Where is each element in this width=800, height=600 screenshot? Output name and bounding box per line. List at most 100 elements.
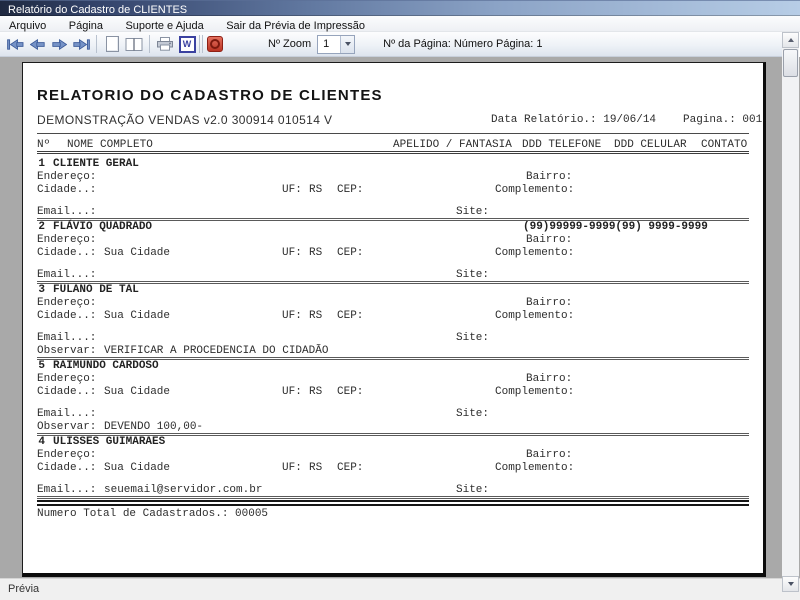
- vertical-scrollbar[interactable]: [782, 32, 799, 592]
- report-total: Numero Total de Cadastrados.: 00005: [37, 509, 268, 520]
- record-name: CLIENTE GERAL: [53, 159, 139, 170]
- record-observar: DEVENDO 100,00-: [104, 422, 203, 433]
- record-name: ULISSES GUIMARAES: [53, 437, 165, 448]
- zoom-dropdown[interactable]: 1: [317, 35, 355, 54]
- record-number: 3: [31, 285, 45, 296]
- column-header-celular: DDD CELULAR: [614, 140, 687, 151]
- record-cidade: Sua Cidade: [104, 311, 170, 322]
- record-name: FULANO DE TAL: [53, 285, 139, 296]
- column-header-contato: CONTATO: [701, 140, 747, 151]
- page-number-label: Nº da Página: Número Página: 1: [383, 38, 542, 50]
- separator-line: [37, 281, 749, 284]
- print-button[interactable]: [155, 34, 175, 54]
- previous-page-icon: [30, 39, 45, 50]
- field-label-endereco: Endereço:: [37, 235, 96, 246]
- record-email: seuemail@servidor.com.br: [104, 485, 262, 496]
- field-label-uf: UF:: [282, 463, 302, 474]
- field-label-bairro: Bairro:: [526, 450, 572, 461]
- report-page-number: Pagina.: 001: [683, 115, 762, 126]
- field-label-bairro: Bairro:: [526, 235, 572, 246]
- field-label-endereco: Endereço:: [37, 172, 96, 183]
- record-uf: RS: [309, 185, 322, 196]
- field-label-cidade: Cidade..:: [37, 311, 96, 322]
- first-page-button[interactable]: [5, 34, 25, 54]
- field-label-observar: Observar:: [37, 346, 96, 357]
- scroll-down-button[interactable]: [782, 576, 799, 592]
- record-cidade: Sua Cidade: [104, 387, 170, 398]
- record-number: 2: [31, 222, 45, 233]
- field-label-uf: UF:: [282, 387, 302, 398]
- zoom-dropdown-button[interactable]: [340, 36, 354, 53]
- application-window: Relatório do Cadastro de CLIENTES Arquiv…: [0, 0, 800, 600]
- arrow-up-icon: [788, 38, 794, 42]
- next-page-icon: [52, 39, 67, 50]
- record-uf: RS: [309, 463, 322, 474]
- report-page: RELATORIO DO CADASTRO DE CLIENTES DEMONS…: [22, 62, 766, 577]
- field-label-cep: CEP:: [337, 311, 363, 322]
- field-label-email: Email...:: [37, 270, 96, 281]
- record-number: 5: [31, 361, 45, 372]
- first-page-icon: [7, 39, 24, 50]
- field-label-site: Site:: [456, 485, 489, 496]
- field-label-complemento: Complemento:: [495, 248, 574, 259]
- toolbar: W Nº Zoom 1 Nº da Página: Número Página:…: [0, 32, 796, 57]
- field-label-email: Email...:: [37, 485, 96, 496]
- printer-icon: [157, 37, 173, 51]
- column-header-numero: Nº: [37, 140, 50, 151]
- export-word-button[interactable]: W: [177, 34, 197, 54]
- export-pdf-button[interactable]: [205, 34, 225, 54]
- field-label-endereco: Endereço:: [37, 450, 96, 461]
- record-number: 4: [31, 437, 45, 448]
- status-bar: Prévia: [0, 578, 800, 600]
- field-label-site: Site:: [456, 333, 489, 344]
- field-label-complemento: Complemento:: [495, 185, 574, 196]
- field-label-bairro: Bairro:: [526, 298, 572, 309]
- field-label-endereco: Endereço:: [37, 374, 96, 385]
- single-page-icon: [106, 36, 119, 52]
- field-label-complemento: Complemento:: [495, 387, 574, 398]
- two-page-icon: [125, 37, 143, 52]
- last-page-button[interactable]: [71, 34, 91, 54]
- preview-area[interactable]: RELATORIO DO CADASTRO DE CLIENTES DEMONS…: [0, 57, 800, 578]
- toolbar-separator: [149, 35, 150, 53]
- pdf-icon: [207, 36, 223, 52]
- field-label-bairro: Bairro:: [526, 374, 572, 385]
- record-cidade: Sua Cidade: [104, 248, 170, 259]
- toolbar-separator: [202, 35, 203, 53]
- separator-line: [37, 133, 749, 134]
- separator-line: [37, 500, 749, 506]
- field-label-cidade: Cidade..:: [37, 248, 96, 259]
- scroll-up-button[interactable]: [782, 32, 799, 48]
- field-label-site: Site:: [456, 207, 489, 218]
- record-name: FLÁVIO QUADRADO: [53, 222, 152, 233]
- menu-bar: Arquivo Página Suporte e Ajuda Sair da P…: [0, 16, 800, 32]
- field-label-bairro: Bairro:: [526, 172, 572, 183]
- field-label-email: Email...:: [37, 207, 96, 218]
- field-label-cidade: Cidade..:: [37, 387, 96, 398]
- zoom-value: 1: [318, 36, 340, 53]
- separator-line: [37, 151, 749, 154]
- last-page-icon: [73, 39, 90, 50]
- word-icon: W: [179, 36, 196, 53]
- record-cidade: Sua Cidade: [104, 463, 170, 474]
- single-page-view-button[interactable]: [102, 34, 122, 54]
- report-date: Data Relatório.: 19/06/14: [491, 115, 656, 126]
- toolbar-separator: [199, 35, 200, 53]
- field-label-site: Site:: [456, 270, 489, 281]
- record-observar: VERIFICAR A PROCEDENCIA DO CIDADÃO: [104, 346, 328, 357]
- record-uf: RS: [309, 387, 322, 398]
- field-label-site: Site:: [456, 409, 489, 420]
- record-number: 1: [31, 159, 45, 170]
- scrollbar-thumb[interactable]: [783, 49, 798, 77]
- field-label-uf: UF:: [282, 311, 302, 322]
- field-label-cidade: Cidade..:: [37, 185, 96, 196]
- next-page-button[interactable]: [49, 34, 69, 54]
- field-label-cep: CEP:: [337, 463, 363, 474]
- zoom-label: Nº Zoom: [268, 38, 311, 50]
- two-page-view-button[interactable]: [124, 34, 144, 54]
- toolbar-separator: [96, 35, 97, 53]
- field-label-email: Email...:: [37, 409, 96, 420]
- record-name: RAIMUNDO CARDOSO: [53, 361, 159, 372]
- previous-page-button[interactable]: [27, 34, 47, 54]
- column-header-telefone: DDD TELEFONE: [522, 140, 601, 151]
